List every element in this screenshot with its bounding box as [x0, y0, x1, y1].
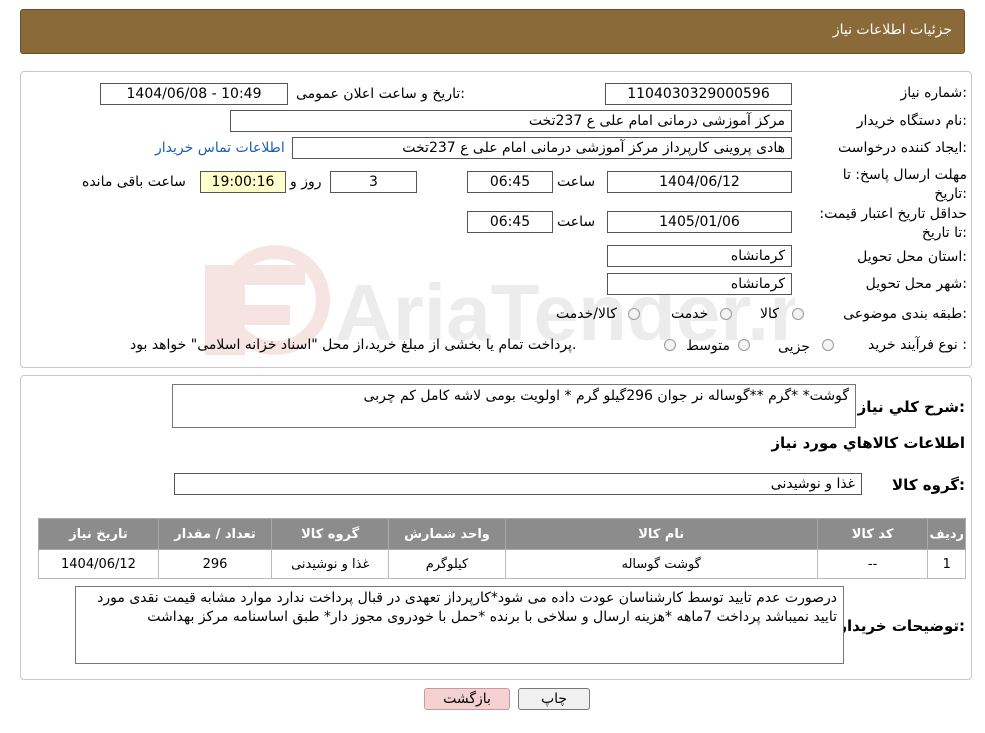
remaining-time-field: 19:00:16	[200, 171, 286, 193]
cell-row: 1	[927, 549, 966, 579]
cell-group: غذا و نوشیدنی	[271, 549, 390, 579]
creator-label: ایجاد کننده درخواست:	[838, 140, 967, 156]
deadline-time-field: 06:45	[467, 171, 553, 193]
need-number-label: شماره نیاز:	[900, 85, 967, 101]
category-radio-goods[interactable]	[792, 308, 804, 320]
province-label: استان محل تحویل:	[857, 249, 967, 265]
col-qty-header: تعداد / مقدار	[157, 518, 273, 550]
col-unit-header: واحد شمارش	[388, 518, 506, 550]
cell-qty: 296	[157, 549, 273, 579]
city-field: کرمانشاه	[607, 273, 792, 295]
print-button[interactable]: چاپ	[518, 688, 590, 710]
process-radio-medium[interactable]	[738, 339, 750, 351]
goods-group-field: غذا و نوشیدنی	[174, 473, 862, 495]
cell-date: 1404/06/12	[38, 549, 159, 579]
price-valid-date-field: 1405/01/06	[607, 211, 792, 233]
province-field: کرمانشاه	[607, 245, 792, 267]
table-header-row: رديف کد کالا نام کالا واحد شمارش گروه کا…	[38, 518, 966, 550]
buyer-notes-label: توضیحات خریدار:	[838, 617, 965, 635]
creator-field: هادی پروینی کارپرداز مرکز آموزشی درمانی …	[292, 137, 792, 159]
days-label: روز و	[290, 174, 322, 190]
days-count-field: 3	[330, 171, 417, 193]
process-radio-minor[interactable]	[822, 339, 834, 351]
category-option-service: خدمت	[671, 306, 709, 322]
col-name-header: نام کالا	[504, 518, 818, 550]
announce-field: 1404/06/08 - 10:49	[100, 83, 288, 105]
category-option-goods-service: کالا/خدمت	[556, 306, 617, 322]
price-valid-time-field: 06:45	[467, 211, 553, 233]
deadline-date-field: 1404/06/12	[607, 171, 792, 193]
process-checkbox-treasury[interactable]	[664, 339, 676, 351]
cell-unit: کیلوگرم	[388, 549, 506, 579]
col-date-header: تاريخ نياز	[38, 518, 159, 550]
goods-table-wrapper: رديف کد کالا نام کالا واحد شمارش گروه کا…	[38, 518, 966, 579]
category-radio-service[interactable]	[720, 308, 732, 320]
cell-name: گوشت گوساله	[504, 549, 818, 579]
buyer-contact-link[interactable]: اطلاعات تماس خریدار	[155, 140, 285, 156]
goods-table: رديف کد کالا نام کالا واحد شمارش گروه کا…	[38, 518, 966, 579]
buyer-notes-textarea[interactable]: درصورت عدم تایید توسط کارشناسان عودت داد…	[75, 586, 844, 664]
need-number-field: 1104030329000596	[605, 83, 792, 105]
process-note: پرداخت تمام یا بخشی از مبلغ خرید،از محل …	[130, 337, 577, 353]
category-option-goods: کالا	[760, 306, 779, 322]
col-code-header: کد کالا	[816, 518, 929, 550]
city-label: شهر محل تحویل:	[865, 276, 967, 292]
category-radio-goods-service[interactable]	[628, 308, 640, 320]
description-textarea[interactable]: گوشت* *گرم **گوساله نر جوان 296گیلو گرم …	[172, 384, 856, 428]
buyer-org-label: نام دستگاه خریدار:	[856, 113, 967, 129]
process-option-minor: جزیی	[778, 339, 810, 355]
price-valid-label: حداقل تاریخ اعتبار قیمت: تا تاریخ:	[819, 206, 967, 241]
price-valid-time-label: ساعت	[557, 214, 596, 230]
process-option-medium: متوسط	[686, 338, 730, 354]
buyer-org-field: مرکز آموزشی درمانی امام علی ع 237تخت	[230, 110, 792, 132]
deadline-label: مهلت ارسال پاسخ: تا تاریخ:	[842, 167, 967, 202]
deadline-time-label: ساعت	[557, 174, 596, 190]
col-row-header: رديف	[927, 518, 966, 550]
table-row: 1 -- گوشت گوساله کیلوگرم غذا و نوشیدنی 2…	[38, 549, 966, 579]
announce-label: تاریخ و ساعت اعلان عمومی:	[296, 86, 465, 102]
cell-code: --	[816, 549, 929, 579]
page-title: جزئیات اطلاعات نیاز	[832, 22, 952, 38]
back-button[interactable]: بازگشت	[424, 688, 510, 710]
page-header: جزئیات اطلاعات نیاز	[20, 9, 965, 54]
category-label: طبقه بندی موضوعی:	[843, 306, 967, 322]
goods-info-title: اطلاعات کالاهاي مورد نياز	[771, 434, 965, 452]
description-label: شرح کلي نياز:	[857, 398, 965, 416]
goods-group-label: گروه کالا:	[892, 476, 965, 494]
remaining-label: ساعت باقی مانده	[82, 174, 186, 190]
process-label: نوع فرآیند خرید :	[868, 337, 967, 353]
col-group-header: گروه کالا	[271, 518, 390, 550]
